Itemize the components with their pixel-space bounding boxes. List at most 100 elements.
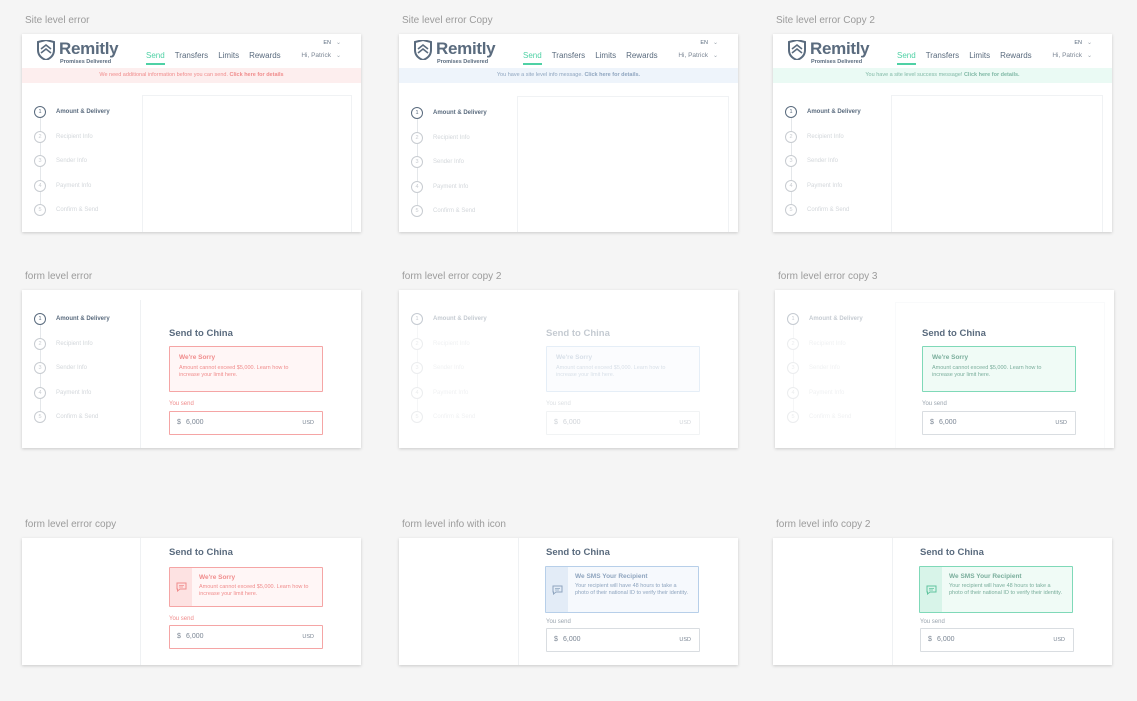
language-label: EN — [700, 40, 708, 46]
nav-send[interactable]: Send — [897, 51, 916, 65]
step-amount-delivery[interactable]: 1 Amount & Delivery — [34, 100, 110, 125]
banner-link[interactable]: Click here for details — [230, 72, 284, 78]
user-menu[interactable]: Hi, Patrick ⌄ — [678, 52, 718, 59]
send-form: Send to China — [922, 328, 986, 339]
step-recipient-info[interactable]: 2 Recipient Info — [411, 126, 487, 151]
step-payment-info[interactable]: 4 Payment Info — [785, 174, 861, 199]
nav-limits[interactable]: Limits — [969, 51, 990, 60]
amount-input[interactable]: $ 6,000 USD — [546, 411, 700, 435]
nav-transfers[interactable]: Transfers — [552, 51, 586, 60]
step-amount-delivery[interactable]: 1 Amount & Delivery — [787, 307, 863, 332]
amount-input[interactable]: $ 6,000 USD — [922, 411, 1076, 435]
step-sender-info[interactable]: 3 Sender Info — [34, 356, 110, 381]
amount-input[interactable]: $ 6,000 USD — [546, 628, 700, 652]
step-recipient-info[interactable]: 2 Recipient Info — [34, 125, 110, 150]
step-recipient-info[interactable]: 2 Recipient Info — [411, 332, 487, 357]
site-header: Remitly Promises Delivered Send Transfer… — [399, 34, 738, 68]
language-selector[interactable]: EN ⌄ — [1074, 39, 1092, 46]
remitly-logo[interactable]: Remitly Promises Delivered — [37, 39, 127, 65]
nav-send[interactable]: Send — [523, 51, 542, 65]
remitly-logo[interactable]: Remitly Promises Delivered — [788, 39, 878, 65]
send-form: Send to China — [546, 547, 610, 558]
step-number: 5 — [411, 205, 423, 218]
form-title: Send to China — [546, 547, 610, 558]
amount-input[interactable]: $ 6,000 USD — [920, 628, 1074, 652]
currency-code: USD — [302, 420, 314, 426]
form-title: Send to China — [920, 547, 984, 558]
currency-code: USD — [1053, 637, 1065, 643]
step-amount-delivery[interactable]: 1 Amount & Delivery — [34, 307, 110, 332]
currency-code: USD — [679, 420, 691, 426]
alert-title: We SMS Your Recipient — [575, 573, 648, 580]
step-confirm-send[interactable]: 5 Confirm & Send — [34, 405, 110, 430]
alert-title: We SMS Your Recipient — [949, 573, 1022, 580]
currency-symbol: $ — [177, 633, 181, 640]
step-sender-info[interactable]: 3 Sender Info — [787, 356, 863, 381]
amount-input[interactable]: $ 6,000 USD — [169, 625, 323, 649]
step-label: Sender Info — [56, 365, 88, 372]
amount-value: 6,000 — [939, 419, 957, 426]
artboard-card: Send to China We SMS Your Recipient Your… — [399, 538, 738, 665]
nav-limits[interactable]: Limits — [218, 51, 239, 60]
step-amount-delivery[interactable]: 1 Amount & Delivery — [785, 100, 861, 125]
step-amount-delivery[interactable]: 1 Amount & Delivery — [411, 101, 487, 126]
user-greeting: Hi, Patrick — [301, 52, 331, 59]
step-recipient-info[interactable]: 2 Recipient Info — [787, 332, 863, 357]
user-menu[interactable]: Hi, Patrick ⌄ — [1052, 52, 1092, 59]
step-label: Recipient Info — [807, 133, 844, 140]
step-recipient-info[interactable]: 2 Recipient Info — [34, 332, 110, 357]
remitly-logo[interactable]: Remitly Promises Delivered — [414, 39, 504, 65]
nav-send[interactable]: Send — [146, 51, 165, 65]
step-sender-info[interactable]: 3 Sender Info — [411, 356, 487, 381]
amount-input[interactable]: $ 6,000 USD — [169, 411, 323, 435]
step-sender-info[interactable]: 3 Sender Info — [785, 149, 861, 174]
step-label: Recipient Info — [56, 340, 93, 347]
banner-link[interactable]: Click here for details. — [964, 72, 1020, 78]
step-payment-info[interactable]: 4 Payment Info — [411, 175, 487, 200]
nav-rewards[interactable]: Rewards — [1000, 51, 1032, 60]
step-confirm-send[interactable]: 5 Confirm & Send — [411, 405, 487, 430]
step-confirm-send[interactable]: 5 Confirm & Send — [787, 405, 863, 430]
artboard-title: Site level error Copy — [402, 15, 493, 26]
artboard-card: Send to China We're Sorry Amount cannot … — [22, 538, 361, 665]
nav-rewards[interactable]: Rewards — [626, 51, 658, 60]
alert-icon-strip — [920, 567, 942, 612]
step-label: Confirm & Send — [433, 414, 476, 421]
you-send-label: You send — [546, 619, 571, 625]
step-number: 2 — [411, 131, 423, 144]
nav-transfers[interactable]: Transfers — [926, 51, 960, 60]
step-recipient-info[interactable]: 2 Recipient Info — [785, 125, 861, 150]
language-selector[interactable]: EN ⌄ — [323, 39, 341, 46]
nav-limits[interactable]: Limits — [595, 51, 616, 60]
step-label: Amount & Delivery — [56, 316, 110, 323]
form-success-alert: We SMS Your Recipient Your recipient wil… — [919, 566, 1073, 613]
progress-steps: 1 Amount & Delivery 2 Recipient Info 3 Send… — [411, 101, 487, 224]
artboard-site-level-info: Site level error Copy Remitly Promises D… — [399, 15, 738, 232]
language-selector[interactable]: EN ⌄ — [700, 39, 718, 46]
form-title: Send to China — [546, 328, 610, 339]
step-confirm-send[interactable]: 5 Confirm & Send — [34, 198, 110, 223]
nav-rewards[interactable]: Rewards — [249, 51, 281, 60]
chevron-down-icon: ⌄ — [335, 40, 341, 46]
form-info-alert: We're Sorry Amount cannot exceed $5,000.… — [546, 346, 700, 392]
step-payment-info[interactable]: 4 Payment Info — [34, 174, 110, 199]
alert-text: Amount cannot exceed $5,000. Learn how t… — [199, 584, 309, 597]
user-menu[interactable]: Hi, Patrick ⌄ — [301, 52, 341, 59]
step-payment-info[interactable]: 4 Payment Info — [787, 381, 863, 406]
form-success-alert: We're Sorry Amount cannot exceed $5,000.… — [922, 346, 1076, 392]
step-confirm-send[interactable]: 5 Confirm & Send — [411, 199, 487, 224]
banner-link[interactable]: Click here for details. — [584, 72, 640, 78]
artboard-form-level-error-icon: form level error copy Send to China We'r… — [22, 519, 361, 665]
step-confirm-send[interactable]: 5 Confirm & Send — [785, 198, 861, 223]
step-payment-info[interactable]: 4 Payment Info — [34, 381, 110, 406]
you-send-label: You send — [922, 401, 947, 407]
step-amount-delivery[interactable]: 1 Amount & Delivery — [411, 307, 487, 332]
step-number: 3 — [785, 155, 797, 168]
step-sender-info[interactable]: 3 Sender Info — [34, 149, 110, 174]
step-number: 3 — [787, 362, 799, 375]
main-nav: Send Transfers Limits Rewards — [523, 51, 668, 65]
currency-symbol: $ — [928, 636, 932, 643]
nav-transfers[interactable]: Transfers — [175, 51, 209, 60]
step-sender-info[interactable]: 3 Sender Info — [411, 150, 487, 175]
step-payment-info[interactable]: 4 Payment Info — [411, 381, 487, 406]
